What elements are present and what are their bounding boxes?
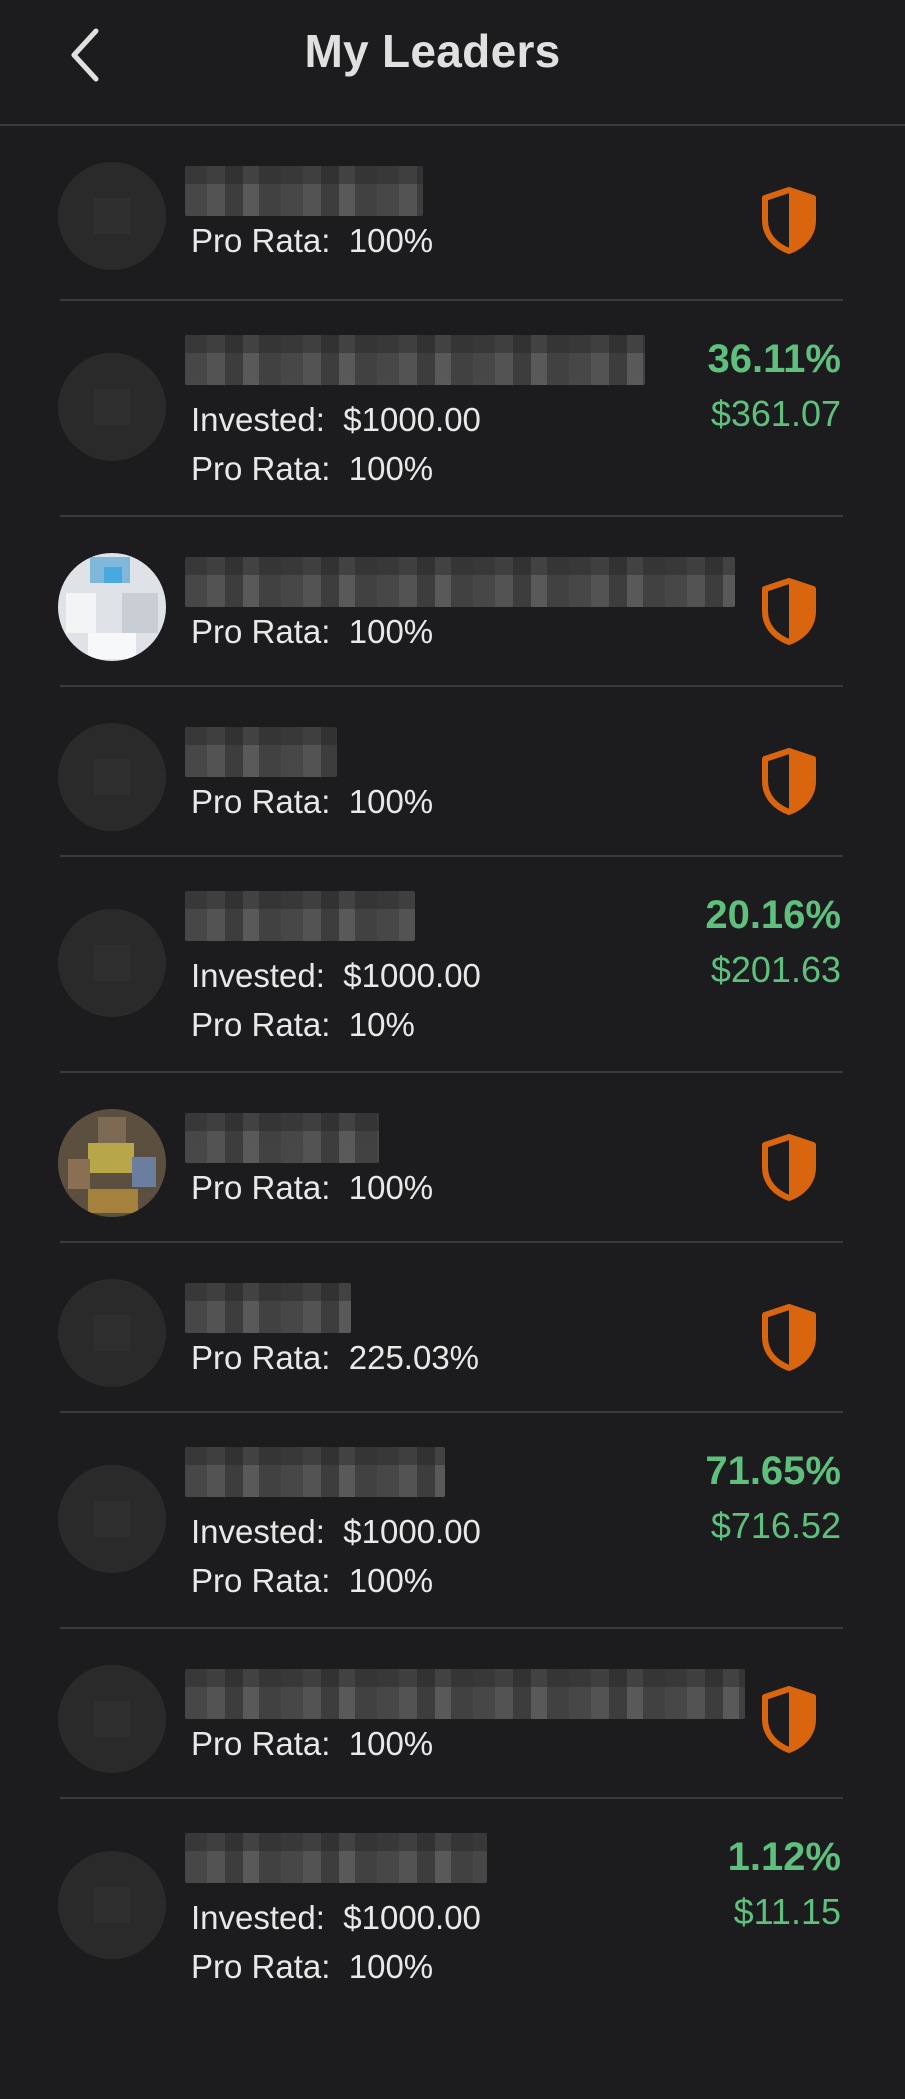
- pro-rata-line: Pro Rata: 100%: [191, 1169, 433, 1207]
- return-percent: 71.65%: [705, 1449, 841, 1493]
- page-title: My Leaders: [304, 25, 561, 77]
- leaders-list: Pro Rata: 100% Invested: $1000.00 Pro Rat…: [0, 126, 905, 2099]
- pro-rata-value: 100%: [330, 613, 434, 650]
- pro-rata-line: Pro Rata: 100%: [191, 1562, 433, 1600]
- invested-line: Invested: $1000.00: [191, 1513, 481, 1551]
- avatar: [58, 1279, 166, 1387]
- pro-rata-value: 100%: [330, 1725, 434, 1762]
- leader-name-redacted: [185, 335, 645, 385]
- leader-row[interactable]: Pro Rata: 100%: [0, 517, 905, 687]
- invested-value: $1000.00: [324, 1513, 481, 1550]
- shield-icon: [759, 1685, 819, 1753]
- pro-rata-value: 100%: [330, 222, 434, 259]
- return-amount: $11.15: [733, 1891, 841, 1932]
- pro-rata-label: Pro Rata:: [191, 1948, 331, 1985]
- pro-rata-value: 100%: [330, 450, 434, 487]
- pro-rata-line: Pro Rata: 100%: [191, 1948, 433, 1986]
- pro-rata-line: Pro Rata: 225.03%: [191, 1339, 479, 1377]
- shield-icon: [759, 577, 819, 645]
- pro-rata-label: Pro Rata:: [191, 1339, 331, 1376]
- leader-row[interactable]: Invested: $1000.00 Pro Rata: 10% 20.16% $20…: [0, 857, 905, 1073]
- leader-row[interactable]: Pro Rata: 100%: [0, 687, 905, 857]
- invested-value: $1000.00: [324, 401, 481, 438]
- pro-rata-value: 100%: [330, 1169, 434, 1206]
- pro-rata-label: Pro Rata:: [191, 222, 331, 259]
- shield-icon: [759, 747, 819, 815]
- invested-line: Invested: $1000.00: [191, 957, 481, 995]
- pro-rata-line: Pro Rata: 100%: [191, 222, 433, 260]
- avatar: [58, 909, 166, 1017]
- pro-rata-value: 100%: [330, 1562, 434, 1599]
- avatar: [58, 1465, 166, 1573]
- pro-rata-value: 100%: [330, 783, 434, 820]
- avatar: [58, 1665, 166, 1773]
- invested-label: Invested:: [191, 1899, 325, 1936]
- return-percent: 20.16%: [705, 893, 841, 937]
- pro-rata-label: Pro Rata:: [191, 450, 331, 487]
- avatar: [58, 553, 166, 661]
- leader-row[interactable]: Pro Rata: 100%: [0, 126, 905, 301]
- leader-name-redacted: [185, 166, 423, 216]
- leader-row[interactable]: Pro Rata: 100%: [0, 1629, 905, 1799]
- shield-icon: [759, 186, 819, 254]
- avatar: [58, 1109, 166, 1217]
- leader-name-redacted: [185, 891, 415, 941]
- leader-row[interactable]: Invested: $1000.00 Pro Rata: 100% 1.12% $11…: [0, 1799, 905, 2099]
- leader-row[interactable]: Pro Rata: 100%: [0, 1073, 905, 1243]
- pro-rata-label: Pro Rata:: [191, 1725, 331, 1762]
- pro-rata-value: 100%: [330, 1948, 434, 1985]
- return-percent: 36.11%: [707, 337, 841, 381]
- pro-rata-line: Pro Rata: 100%: [191, 613, 433, 651]
- leader-row[interactable]: Pro Rata: 225.03%: [0, 1243, 905, 1413]
- pro-rata-label: Pro Rata:: [191, 613, 331, 650]
- leader-name-redacted: [185, 1113, 379, 1163]
- invested-line: Invested: $1000.00: [191, 1899, 481, 1937]
- avatar: [58, 353, 166, 461]
- shield-icon: [759, 1303, 819, 1371]
- return-amount: $201.63: [710, 949, 841, 990]
- pro-rata-value: 10%: [330, 1006, 415, 1043]
- leader-name-redacted: [185, 1833, 487, 1883]
- invested-label: Invested:: [191, 957, 325, 994]
- leader-name-redacted: [185, 557, 735, 607]
- pro-rata-value: 225.03%: [330, 1339, 480, 1376]
- invested-value: $1000.00: [324, 1899, 481, 1936]
- invested-label: Invested:: [191, 401, 325, 438]
- invested-line: Invested: $1000.00: [191, 401, 481, 439]
- pro-rata-label: Pro Rata:: [191, 1169, 331, 1206]
- pro-rata-label: Pro Rata:: [191, 1006, 331, 1043]
- return-amount: $716.52: [710, 1505, 841, 1546]
- invested-label: Invested:: [191, 1513, 325, 1550]
- pro-rata-label: Pro Rata:: [191, 783, 331, 820]
- leader-row[interactable]: Invested: $1000.00 Pro Rata: 100% 36.11% $3…: [0, 301, 905, 517]
- avatar: [58, 723, 166, 831]
- shield-icon: [759, 1133, 819, 1201]
- invested-value: $1000.00: [324, 957, 481, 994]
- leader-name-redacted: [185, 1447, 445, 1497]
- leader-name-redacted: [185, 1669, 745, 1719]
- pro-rata-line: Pro Rata: 100%: [191, 1725, 433, 1763]
- pro-rata-line: Pro Rata: 100%: [191, 783, 433, 821]
- avatar: [58, 162, 166, 270]
- leader-name-redacted: [185, 1283, 351, 1333]
- return-percent: 1.12%: [727, 1835, 841, 1879]
- leader-name-redacted: [185, 727, 337, 777]
- pro-rata-label: Pro Rata:: [191, 1562, 331, 1599]
- top-bar: My Leaders: [0, 0, 905, 126]
- avatar: [58, 1851, 166, 1959]
- pro-rata-line: Pro Rata: 100%: [191, 450, 433, 488]
- return-amount: $361.07: [710, 393, 841, 434]
- leader-row[interactable]: Invested: $1000.00 Pro Rata: 100% 71.65% $7…: [0, 1413, 905, 1629]
- pro-rata-line: Pro Rata: 10%: [191, 1006, 415, 1044]
